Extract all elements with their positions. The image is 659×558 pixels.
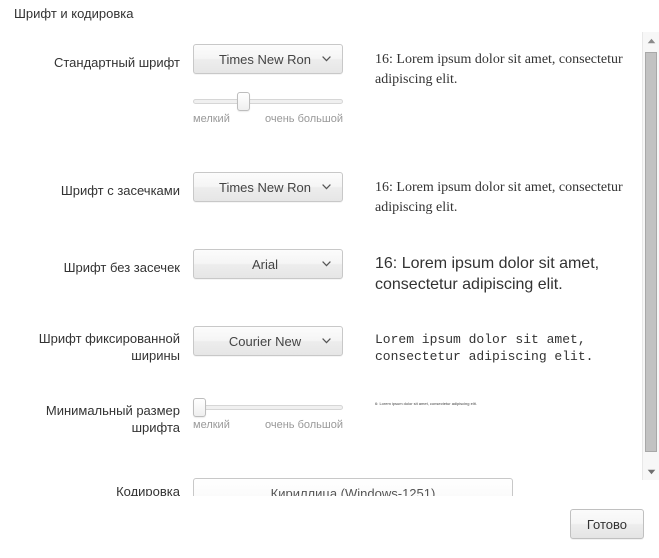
row-label-serif-font: Шрифт с засечками — [60, 183, 180, 198]
slider-min-label: мелкий — [193, 113, 230, 125]
control-serif-font: Times New Ron — [193, 172, 343, 202]
fixed-width-font-select-value: Courier New — [228, 333, 302, 349]
minimum-font-size-sample-text: 6: Lorem ipsum dolor sit amet, consectet… — [375, 401, 477, 406]
row-label-fixed-width-font: Шрифт фиксированной ширины — [38, 331, 180, 363]
sans-serif-font-select[interactable]: Arial — [193, 249, 343, 279]
serif-font-sample-text: 16: Lorem ipsum dolor sit amet, consecte… — [375, 180, 623, 215]
scroll-up-arrow-icon[interactable] — [643, 32, 659, 49]
standard-font-select[interactable]: Times New Ron — [193, 44, 343, 74]
slider-max-label: очень большой — [265, 419, 343, 431]
slider-tick-labels: мелкий очень большой — [193, 113, 343, 125]
slider-thumb[interactable] — [193, 398, 206, 417]
slider-thumb[interactable] — [236, 92, 250, 111]
scrollbar-thumb[interactable] — [645, 52, 657, 452]
minimum-font-size-slider[interactable]: мелкий очень большой — [193, 398, 343, 431]
scroll-down-arrow-icon[interactable] — [643, 463, 659, 480]
chevron-down-icon — [322, 338, 331, 344]
control-fixed-width-font: Courier New — [193, 326, 343, 356]
vertical-scrollbar[interactable] — [642, 32, 659, 480]
slider-max-label: очень большой — [265, 113, 343, 125]
chevron-down-icon — [322, 56, 331, 62]
standard-font-size-slider[interactable]: мелкий очень большой — [193, 92, 343, 125]
chevron-down-icon — [322, 184, 331, 190]
done-button[interactable]: Готово — [569, 509, 644, 539]
row-label-minimum-font-size: Минимальный размер шрифта — [45, 403, 180, 435]
row-label-sans-serif-font: Шрифт без засечек — [63, 260, 180, 275]
control-sans-serif-font: Arial — [193, 249, 343, 279]
control-minimum-font-size: мелкий очень большой — [193, 398, 343, 431]
standard-font-sample-text: 16: Lorem ipsum dolor sit amet, consecte… — [375, 52, 623, 87]
slider-tick-labels: мелкий очень большой — [193, 419, 343, 431]
sans-serif-font-select-value: Arial — [251, 256, 278, 272]
serif-font-select-value: Times New Ron — [219, 179, 311, 195]
row-label-standard-font: Стандартный шрифт — [53, 55, 180, 70]
row-label-encoding: Кодировка — [116, 484, 180, 496]
fixed-width-font-select[interactable]: Courier New — [193, 326, 343, 356]
dialog-footer: Готово — [0, 500, 659, 558]
sans-serif-font-sample-text: 16: Lorem ipsum dolor sit amet, consecte… — [375, 255, 600, 293]
encoding-select-value: Кириллица (Windows-1251) — [270, 485, 436, 497]
control-standard-font: Times New Ron мелкий очень большой — [193, 44, 343, 125]
chevron-down-icon — [322, 261, 331, 267]
setting-row-encoding-clipped: Кодировка Кириллица (Windows-1251) — [0, 478, 636, 496]
encoding-select[interactable]: Кириллица (Windows-1251) — [193, 478, 513, 496]
slider-track — [193, 405, 343, 410]
slider-min-label: мелкий — [193, 419, 230, 431]
slider-track — [193, 99, 343, 104]
settings-scroll-region: Стандартный шрифт Times New Ron мелкий о… — [0, 30, 659, 496]
standard-font-select-value: Times New Ron — [219, 51, 311, 67]
page-title: Шрифт и кодировка — [14, 6, 134, 21]
serif-font-select[interactable]: Times New Ron — [193, 172, 343, 202]
settings-list: Стандартный шрифт Times New Ron мелкий о… — [0, 30, 636, 496]
fixed-width-font-sample-text: Lorem ipsum dolor sit amet, consectetur … — [375, 332, 594, 364]
